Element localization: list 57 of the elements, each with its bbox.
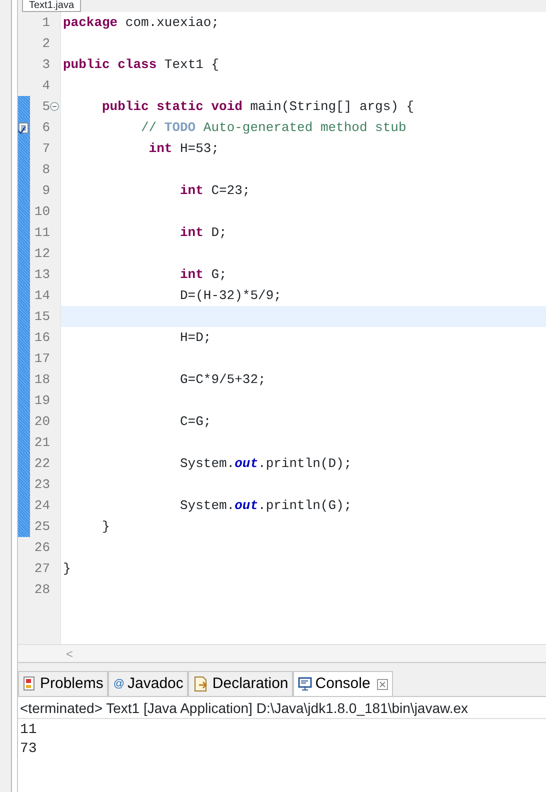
editor-tab[interactable]: Text1.java — [22, 0, 82, 12]
code-line: System.out.println(D); — [180, 456, 352, 471]
line-number: 13 — [33, 266, 50, 284]
line-number: 21 — [33, 434, 50, 452]
line-number: 1 — [41, 14, 50, 32]
code-line: C=G; — [180, 414, 212, 429]
line-number: 15 — [33, 308, 50, 326]
line-number: 22 — [33, 454, 50, 473]
line-number: 11 — [33, 224, 50, 242]
line-number: 3 — [41, 56, 50, 74]
line-number: 20 — [33, 412, 50, 431]
line-number: 23 — [33, 476, 50, 494]
line-number: 14 — [33, 286, 50, 305]
line-number: 18 — [33, 370, 50, 389]
code-line: public class Text1 { — [63, 57, 220, 72]
line-number: 25 — [33, 518, 50, 536]
console-output: 11 — [20, 721, 38, 740]
line-number: 26 — [33, 538, 50, 557]
line-number: 8 — [41, 160, 50, 179]
code-line: G=C*9/5+32; — [180, 372, 266, 387]
code-line: int C=23; — [180, 183, 250, 198]
code-line: // TODO Auto-generated method stub — [141, 120, 406, 135]
line-number: 16 — [33, 328, 50, 347]
panel-tab[interactable]: Console — [293, 671, 394, 696]
line-number: 19 — [33, 392, 50, 410]
collapse-icon[interactable] — [50, 102, 59, 111]
panel-tab[interactable]: Declaration — [188, 671, 294, 696]
panel-tab[interactable]: @ Javadoc — [108, 671, 188, 696]
code-line: System.out.println(G); — [180, 498, 352, 513]
line-number: 5 — [41, 98, 50, 116]
line-number: 9 — [41, 182, 50, 200]
line-number: 10 — [33, 202, 50, 221]
line-number: 12 — [33, 244, 50, 263]
panel-tab[interactable]: Problems — [18, 671, 108, 696]
code-line: int G; — [180, 267, 227, 282]
line-number: 24 — [33, 496, 50, 515]
line-number: 28 — [33, 580, 50, 599]
code-line: } — [63, 561, 71, 576]
line-number: 6 — [41, 118, 50, 137]
line-number: 27 — [33, 560, 50, 578]
declaration-icon — [193, 676, 210, 692]
code-line: int H=53; — [148, 141, 220, 156]
monitor-icon — [298, 677, 312, 691]
problems-icon — [23, 676, 37, 692]
close-icon[interactable] — [377, 678, 388, 690]
code-line: public static void main(String[] args) { — [102, 99, 414, 114]
code-line: D=(H-32)*5/9; — [180, 288, 282, 303]
code-line: int D; — [180, 225, 227, 240]
code-line: } — [102, 519, 110, 534]
line-number: 2 — [41, 34, 50, 53]
line-number: 7 — [41, 140, 50, 158]
console-output: 73 — [20, 740, 38, 759]
line-number: 4 — [41, 76, 50, 95]
code-line: H=D; — [180, 330, 212, 345]
at-icon: @ — [113, 676, 125, 692]
code-line: package com.xuexiao; — [63, 15, 220, 30]
line-number: 17 — [33, 350, 50, 368]
